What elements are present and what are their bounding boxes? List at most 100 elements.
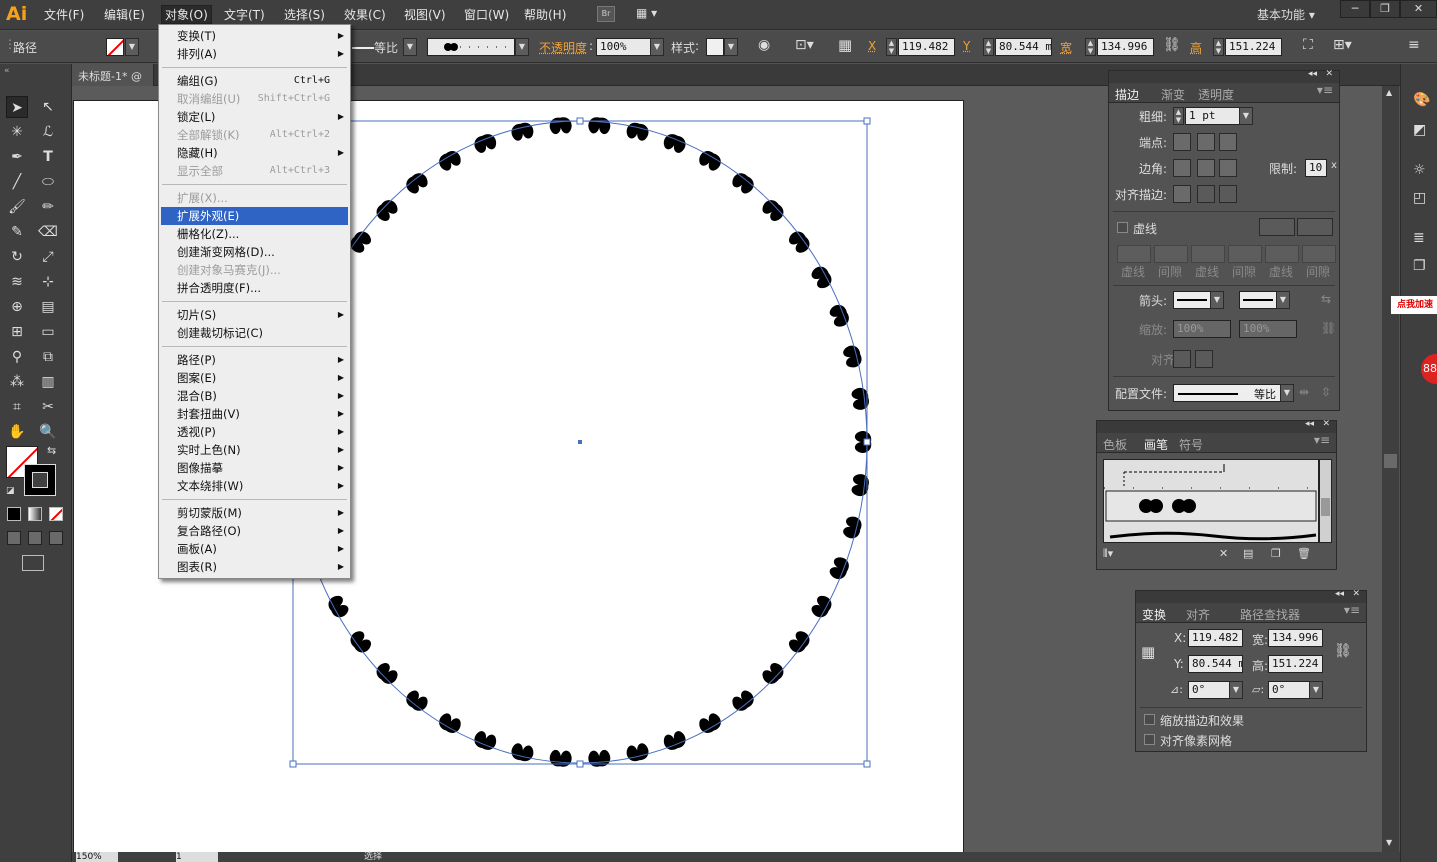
scale-strokes-checkbox[interactable] xyxy=(1144,714,1155,725)
vertical-scrollbar[interactable]: ▲ ▼ xyxy=(1382,86,1399,854)
tab-gradient[interactable]: 渐变 xyxy=(1161,86,1185,103)
tab-swatches[interactable]: 色板 xyxy=(1103,436,1127,453)
projecting-cap-button[interactable] xyxy=(1219,133,1237,151)
panel-options-icon[interactable]: ▾≡ xyxy=(1317,83,1333,97)
shear-dropdown[interactable]: ▼ xyxy=(1309,681,1323,699)
scroll-thumb[interactable] xyxy=(1384,454,1397,468)
height-field[interactable]: 151.224 xyxy=(1268,655,1323,673)
color-guide-icon[interactable]: 🎨 xyxy=(1413,92,1430,108)
weight-field[interactable]: 1 pt xyxy=(1185,107,1240,125)
dash-field-3[interactable] xyxy=(1265,245,1299,263)
tab-pathfinder[interactable]: 路径查找器 xyxy=(1240,606,1300,623)
gap-field-1[interactable] xyxy=(1154,245,1188,263)
object-menu-item[interactable]: 变换(T) ▶ xyxy=(161,27,348,45)
zoom-field[interactable]: 150% xyxy=(76,852,118,862)
weight-dropdown[interactable]: ▼ xyxy=(1239,107,1253,125)
round-cap-button[interactable] xyxy=(1197,133,1215,151)
scroll-down-icon[interactable]: ▼ xyxy=(1386,838,1392,847)
gap-field-2[interactable] xyxy=(1228,245,1262,263)
align-outside-button[interactable] xyxy=(1219,185,1237,203)
tab-stroke[interactable]: 描边 xyxy=(1115,86,1139,103)
brush-list[interactable] xyxy=(1103,459,1319,543)
speedup-badge[interactable]: 点我加速 xyxy=(1391,296,1437,314)
object-menu-item[interactable]: 拼合透明度(F)... xyxy=(161,279,348,297)
object-menu-item[interactable]: 排列(A) ▶ xyxy=(161,45,348,63)
end-arrowhead-dropdown[interactable]: ▼ xyxy=(1276,291,1290,309)
x-field[interactable]: 119.482 xyxy=(1188,629,1243,647)
object-menu-item[interactable]: 复合路径(O) ▶ xyxy=(161,522,348,540)
bevel-join-button[interactable] xyxy=(1219,159,1237,177)
object-menu-item[interactable]: 封套扭曲(V) ▶ xyxy=(161,405,348,423)
shear-field[interactable]: 0° xyxy=(1268,681,1310,699)
start-scale-field[interactable]: 100% xyxy=(1173,320,1231,338)
arrow-align-1-button[interactable] xyxy=(1173,350,1191,368)
object-menu-item[interactable]: 文本绕排(W) ▶ xyxy=(161,477,348,495)
rotate-field[interactable]: 0° xyxy=(1188,681,1230,699)
object-menu-item[interactable]: 画板(A) ▶ xyxy=(161,540,348,558)
object-menu-item[interactable]: 透视(P) ▶ xyxy=(161,423,348,441)
link-scale-icon[interactable]: ⛓ xyxy=(1321,321,1336,335)
object-menu-item[interactable]: 栅格化(Z)... xyxy=(161,225,348,243)
dash-field-2[interactable] xyxy=(1191,245,1225,263)
profile-dropdown[interactable]: ▼ xyxy=(1280,384,1294,402)
artboard-number-field[interactable]: 1 xyxy=(176,852,218,862)
dash-align-button[interactable] xyxy=(1297,218,1333,236)
gap-field-3[interactable] xyxy=(1302,245,1336,263)
end-scale-field[interactable]: 100% xyxy=(1239,320,1297,338)
width-field[interactable]: 134.996 xyxy=(1268,629,1323,647)
swap-arrowheads-icon[interactable]: ⇆ xyxy=(1321,292,1331,306)
start-arrowhead-dropdown[interactable]: ▼ xyxy=(1210,291,1224,309)
tab-align[interactable]: 对齐 xyxy=(1186,606,1210,623)
dash-preserve-button[interactable] xyxy=(1259,218,1295,236)
end-arrowhead-select[interactable] xyxy=(1239,291,1277,309)
brush-list-scrollbar[interactable] xyxy=(1319,459,1332,543)
remove-brush-stroke-icon[interactable]: ✕ xyxy=(1219,547,1228,560)
panel-options-icon[interactable]: ▾≡ xyxy=(1314,433,1330,447)
speedup-number-badge[interactable]: 88 xyxy=(1421,354,1437,384)
align-inside-button[interactable] xyxy=(1197,185,1215,203)
object-menu-item[interactable]: 图案(E) ▶ xyxy=(161,369,348,387)
layers-icon[interactable]: ≣ xyxy=(1413,230,1425,246)
y-field[interactable]: 80.544 m xyxy=(1188,655,1243,673)
align-center-button[interactable] xyxy=(1173,185,1191,203)
stroke-panel-titlebar[interactable]: ◂◂ ✕ xyxy=(1109,69,1339,83)
start-arrowhead-select[interactable] xyxy=(1173,291,1211,309)
round-join-button[interactable] xyxy=(1197,159,1215,177)
object-menu-item[interactable]: 混合(B) ▶ xyxy=(161,387,348,405)
artboards-icon[interactable]: ❐ xyxy=(1413,258,1426,274)
panel-options-icon[interactable]: ▾≡ xyxy=(1344,603,1360,617)
weight-spinner[interactable]: ▲ ▼ xyxy=(1173,107,1184,125)
new-brush-icon[interactable]: ❐ xyxy=(1271,547,1281,560)
graphic-styles-icon[interactable]: ◰ xyxy=(1413,190,1426,206)
object-menu-item[interactable]: 创建裁切标记(C) xyxy=(161,324,348,342)
reference-point-icon[interactable]: ▦ xyxy=(1141,643,1155,661)
tab-symbols[interactable]: 符号 xyxy=(1179,436,1203,453)
object-menu-item[interactable]: 编组(G) Ctrl+G xyxy=(161,72,348,90)
object-menu-item[interactable]: 切片(S) ▶ xyxy=(161,306,348,324)
object-menu-item[interactable]: 图表(R) ▶ xyxy=(161,558,348,576)
brush-options-icon[interactable]: ▤ xyxy=(1243,547,1253,560)
delete-brush-icon[interactable]: 🗑 xyxy=(1297,547,1311,560)
object-menu-item[interactable]: 图像描摹 ▶ xyxy=(161,459,348,477)
dash-field-1[interactable] xyxy=(1117,245,1151,263)
brush-library-icon[interactable]: ⫴▾ xyxy=(1103,547,1113,561)
object-menu-item[interactable]: 实时上色(N) ▶ xyxy=(161,441,348,459)
tab-transparency[interactable]: 透明度 xyxy=(1198,86,1234,103)
constrain-proportions-icon[interactable]: ⛓ xyxy=(1334,643,1352,659)
scroll-up-icon[interactable]: ▲ xyxy=(1386,88,1392,97)
object-menu-item[interactable]: 锁定(L) ▶ xyxy=(161,108,348,126)
profile-select[interactable]: 等比 xyxy=(1173,384,1281,402)
miter-join-button[interactable] xyxy=(1173,159,1191,177)
brushes-panel-titlebar[interactable]: ◂◂ ✕ xyxy=(1097,419,1336,433)
object-menu-item[interactable]: 创建渐变网格(D)... xyxy=(161,243,348,261)
object-menu-item[interactable]: 隐藏(H) ▶ xyxy=(161,144,348,162)
transform-panel-titlebar[interactable]: ◂◂ ✕ xyxy=(1136,589,1366,603)
tab-brushes[interactable]: 画笔 xyxy=(1141,436,1171,453)
tab-transform[interactable]: 变换 xyxy=(1142,606,1166,623)
rotate-dropdown[interactable]: ▼ xyxy=(1229,681,1243,699)
object-menu-item[interactable]: 扩展外观(E) xyxy=(161,207,348,225)
butt-cap-button[interactable] xyxy=(1173,133,1191,151)
appearance-icon[interactable]: ☼ xyxy=(1413,162,1426,178)
flip-along-icon[interactable]: ⇹ xyxy=(1299,385,1309,399)
align-pixel-grid-checkbox[interactable] xyxy=(1144,734,1155,745)
